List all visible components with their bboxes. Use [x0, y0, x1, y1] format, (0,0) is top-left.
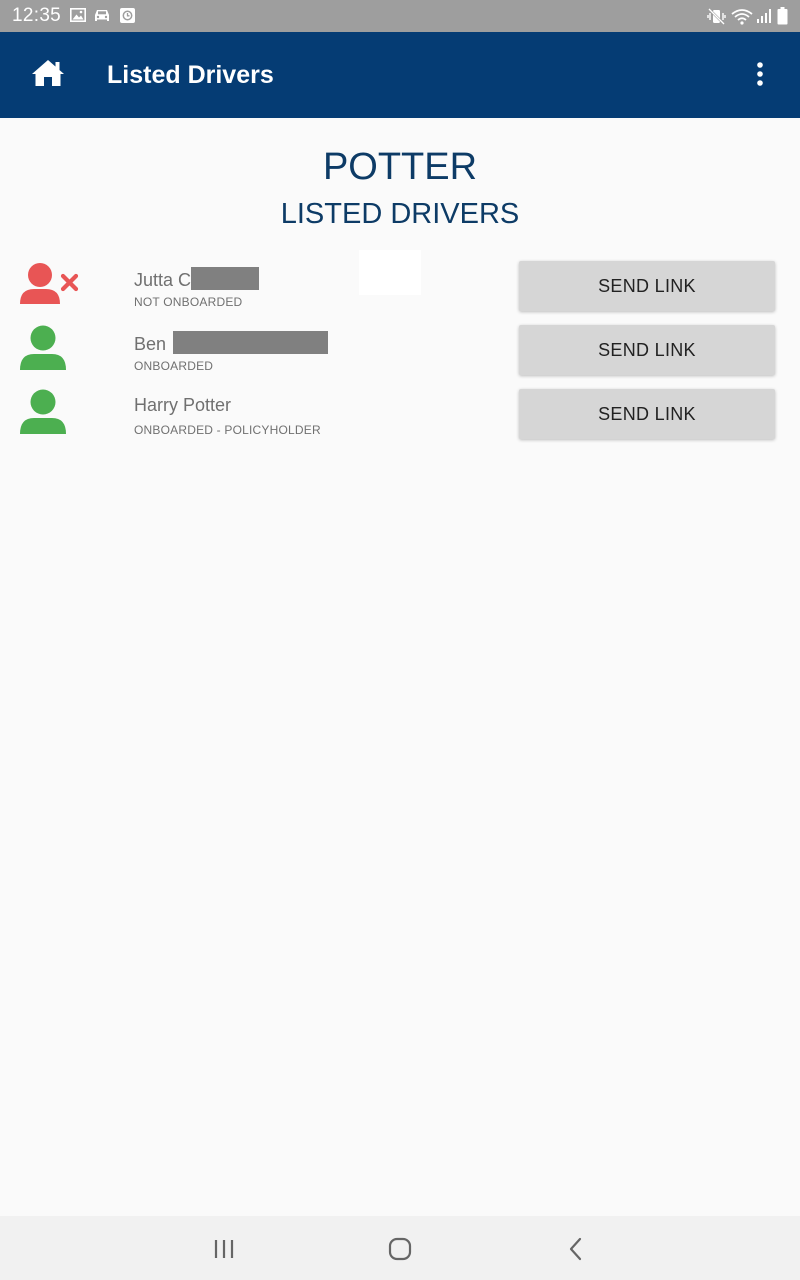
- driver-name: Harry Potter: [134, 395, 232, 415]
- home-icon: [32, 60, 64, 86]
- more-vert-icon: [757, 62, 763, 86]
- driver-status: NOT ONBOARDED: [134, 295, 243, 309]
- car-icon: [93, 8, 111, 23]
- user-onboarded-icon: [18, 389, 82, 437]
- driver-name: Ben: [134, 331, 329, 355]
- image-icon: [70, 8, 86, 22]
- wifi-icon: [731, 8, 753, 25]
- overflow-menu-button[interactable]: [744, 56, 776, 96]
- send-link-button[interactable]: SEND LINK: [519, 261, 775, 311]
- back-nav-icon: [569, 1237, 582, 1261]
- page-title: POTTER: [322, 146, 478, 188]
- home-nav-icon: [388, 1237, 412, 1261]
- clock-app-icon: [120, 8, 135, 23]
- mute-vibrate-icon: [707, 8, 727, 25]
- back-nav-button[interactable]: [556, 1234, 596, 1264]
- signal-icon: [756, 8, 772, 24]
- user-not-onboarded-icon: [18, 261, 82, 309]
- recent-apps-button[interactable]: [204, 1234, 244, 1264]
- app-bar: Listed Drivers: [0, 32, 800, 118]
- driver-name: Jutta C: [134, 267, 260, 291]
- user-onboarded-icon: [18, 325, 82, 373]
- page-subtitle: LISTED DRIVERS: [280, 198, 520, 230]
- driver-status: ONBOARDED - POLICYHOLDER: [134, 423, 321, 437]
- driver-row: Harry Potter ONBOARDED - POLICYHOLDER SE…: [0, 389, 800, 453]
- driver-row: Jutta C NOT ONBOARDED SEND LINK: [0, 261, 800, 325]
- status-bar: 12:35: [0, 0, 800, 32]
- driver-status: ONBOARDED: [134, 359, 214, 373]
- status-time: 12:35: [12, 5, 62, 26]
- system-nav-bar: [0, 1216, 800, 1280]
- battery-icon: [777, 7, 788, 25]
- redacted-text: [173, 331, 329, 354]
- redacted-text: [191, 267, 260, 290]
- home-button[interactable]: [28, 56, 68, 96]
- send-link-button[interactable]: SEND LINK: [519, 325, 775, 375]
- send-link-button[interactable]: SEND LINK: [519, 389, 775, 439]
- driver-row: Ben ONBOARDED SEND LINK: [0, 325, 800, 389]
- app-title: Listed Drivers: [107, 61, 274, 89]
- recent-apps-icon: [214, 1240, 234, 1258]
- home-nav-button[interactable]: [380, 1234, 420, 1264]
